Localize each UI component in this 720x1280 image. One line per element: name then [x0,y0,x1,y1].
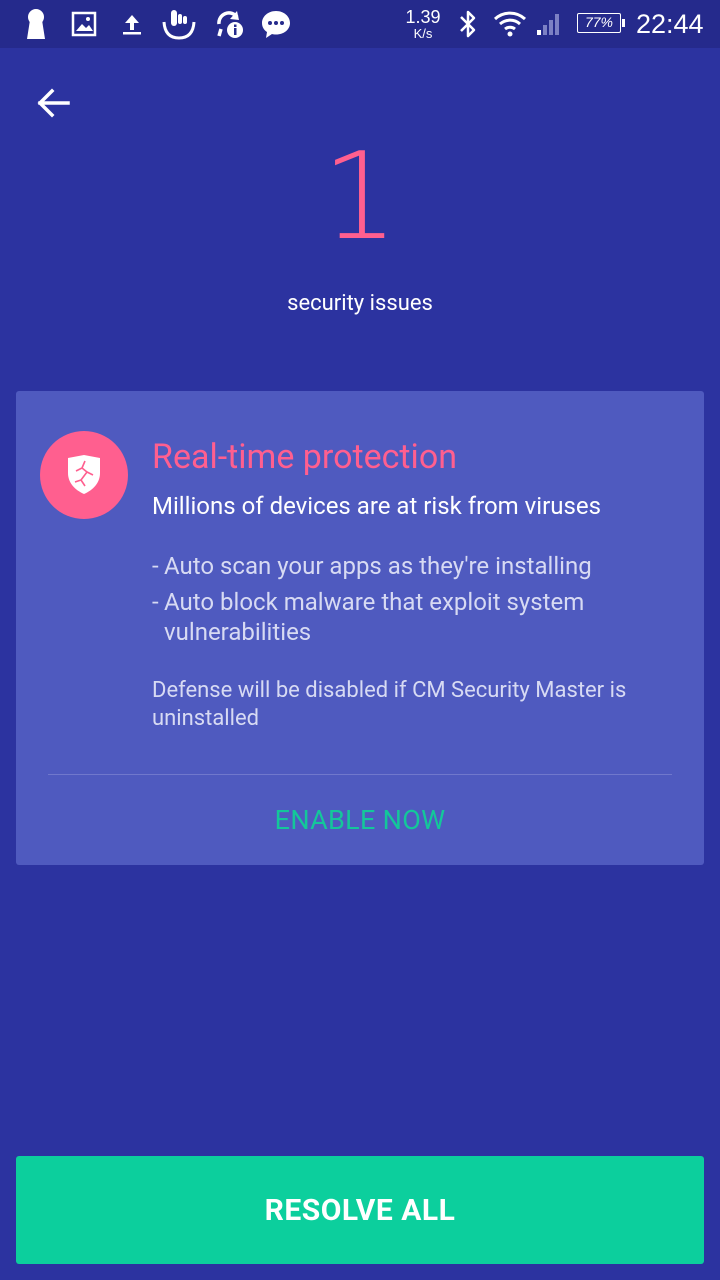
sync-info-icon [212,0,246,48]
chat-icon [260,0,292,48]
network-speed-unit: K/s [413,26,433,41]
feature-item: Auto scan your apps as they're installin… [152,551,672,581]
touchpal-icon [160,0,198,48]
network-speed-value: 1.39 [405,7,441,27]
screen: 1.39 K/s 77% 22:44 1 security issues Rea… [0,0,720,1280]
clock: 22:44 [636,9,704,39]
arrow-left-icon [37,88,70,118]
feature-list: Auto scan your apps as they're installin… [152,551,672,653]
back-button[interactable] [28,78,78,128]
issue-count: 1 [321,128,399,267]
card-subtitle: Millions of devices are at risk from vir… [152,492,601,520]
status-bar: 1.39 K/s 77% 22:44 [0,0,720,48]
broken-shield-icon [40,431,128,519]
card-title: Real-time protection [152,437,457,477]
signal-icon [534,0,564,48]
bluetooth-icon [454,0,482,48]
keyhole-icon [22,0,50,48]
upload-icon [118,0,146,48]
card-note: Defense will be disabled if CM Security … [152,678,627,731]
network-speed: 1.39 K/s [400,8,446,40]
gallery-icon [70,0,98,48]
wifi-icon [492,0,528,48]
battery-icon: 77% [577,13,625,33]
enable-now-button[interactable]: ENABLE NOW [16,775,704,865]
realtime-protection-card: Real-time protection Millions of devices… [16,391,704,865]
resolve-all-button[interactable]: RESOLVE ALL [16,1156,704,1264]
feature-item: Auto block malware that exploit system v… [152,587,672,647]
issue-count-label: security issues [287,291,433,316]
